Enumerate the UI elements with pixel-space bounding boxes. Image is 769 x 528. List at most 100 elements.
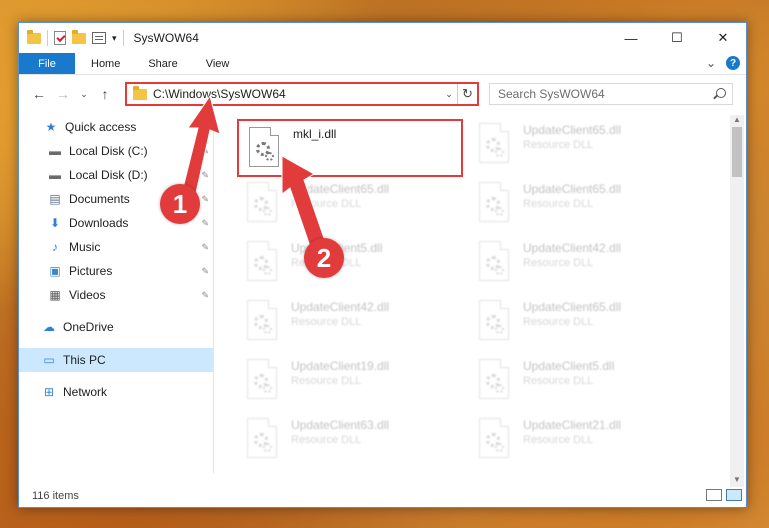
sidebar-item-label: OneDrive (63, 320, 114, 334)
address-path[interactable]: C:\Windows\SysWOW64 (153, 87, 441, 101)
search-input[interactable]: Search SysWOW64 (489, 83, 733, 105)
file-type: Resource DLL (523, 139, 594, 151)
file-item[interactable]: UpdateClient65.dll Resource DLL (237, 176, 447, 232)
file-name: UpdateClient19.dll (291, 359, 390, 373)
dll-file-icon (479, 123, 513, 167)
forward-button[interactable]: → (51, 86, 75, 102)
file-name: UpdateClient42.dll (291, 300, 390, 314)
scroll-thumb[interactable] (732, 127, 742, 177)
pin-icon[interactable]: ✎ (201, 218, 209, 229)
vertical-scrollbar[interactable]: ▲ ▼ (730, 115, 744, 487)
properties-check-icon[interactable] (54, 31, 66, 45)
title-bar: ▾ SysWOW64 — ☐ ✕ (19, 23, 746, 53)
file-name: UpdateClient65.dll (523, 182, 622, 196)
details-view-icon[interactable] (706, 489, 722, 501)
qa-dropdown-icon[interactable]: ▾ (112, 33, 117, 44)
file-type: Resource DLL (523, 434, 594, 446)
sidebar-item-onedrive[interactable]: ☁ OneDrive (19, 315, 213, 339)
up-button[interactable]: ↑ (93, 86, 117, 102)
dll-file-icon (479, 359, 513, 403)
toolbar-divider (122, 30, 124, 46)
dll-file-icon (479, 241, 513, 285)
file-type: Resource DLL (291, 434, 362, 446)
dll-file-icon (247, 418, 281, 462)
annotation-badge-2: 2 (304, 238, 344, 278)
sidebar-item-network[interactable]: ⊞ Network (19, 380, 213, 404)
pin-icon[interactable]: ✎ (201, 146, 209, 157)
file-item[interactable]: UpdateClient65.dll Resource DLL (469, 294, 679, 350)
dll-file-icon (247, 241, 281, 285)
maximize-button[interactable]: ☐ (654, 23, 700, 53)
pin-icon[interactable]: ✎ (201, 242, 209, 253)
search-placeholder: Search SysWOW64 (498, 87, 605, 101)
ribbon-right: ⌄ ? (706, 56, 740, 70)
tab-file[interactable]: File (19, 53, 75, 74)
pin-icon[interactable]: ✎ (201, 194, 209, 205)
customize-icon[interactable] (92, 32, 106, 44)
cloud-icon: ☁ (43, 320, 55, 334)
item-count: 116 items (32, 490, 79, 502)
new-folder-icon[interactable] (72, 29, 86, 44)
folder-icon (27, 29, 41, 44)
sidebar-item-videos[interactable]: ▦ Videos ✎ (19, 283, 213, 307)
sidebar-item-label: Local Disk (C:) (69, 144, 148, 158)
file-name: UpdateClient63.dll (291, 418, 390, 432)
address-dropdown-icon[interactable]: ⌄ (441, 89, 457, 100)
file-item[interactable]: UpdateClient65.dll Resource DLL (469, 117, 679, 173)
sidebar-item-quick-access[interactable]: ★ Quick access (19, 115, 213, 139)
ribbon-tabs: File Home Share View ⌄ ? (19, 53, 746, 75)
scroll-up-icon[interactable]: ▲ (730, 115, 744, 127)
back-button[interactable]: ← (27, 86, 51, 102)
download-icon: ⬇ (49, 216, 61, 230)
file-item[interactable]: UpdateClient63.dll Resource DLL (237, 412, 447, 468)
sidebar-item-label: Documents (69, 192, 130, 206)
file-name: UpdateClient21.dll (523, 418, 622, 432)
sidebar-item-label: This PC (63, 353, 106, 367)
recent-locations-button[interactable]: ⌄ (75, 89, 93, 100)
file-name: mkl_i.dll (293, 127, 337, 141)
close-button[interactable]: ✕ (700, 23, 746, 53)
file-item[interactable]: UpdateClient65.dll Resource DLL (469, 176, 679, 232)
file-name: UpdateClient65.dll (523, 300, 622, 314)
sidebar-item-pictures[interactable]: ▣ Pictures ✎ (19, 259, 213, 283)
music-icon: ♪ (52, 240, 58, 254)
pane-divider[interactable] (213, 115, 214, 473)
file-type: Resource DLL (291, 375, 362, 387)
view-toggle (706, 489, 742, 501)
tab-view[interactable]: View (192, 53, 244, 74)
star-icon: ★ (45, 120, 57, 134)
file-type: Resource DLL (523, 257, 594, 269)
sidebar-item-music[interactable]: ♪ Music ✎ (19, 235, 213, 259)
tab-home[interactable]: Home (75, 53, 134, 74)
sidebar-item-label: Videos (69, 288, 106, 302)
help-icon[interactable]: ? (726, 56, 740, 70)
search-icon[interactable] (716, 88, 726, 98)
sidebar-item-this-pc[interactable]: ▭ This PC (19, 348, 213, 372)
tab-share[interactable]: Share (134, 53, 191, 74)
minimize-button[interactable]: — (608, 23, 654, 53)
file-item[interactable]: UpdateClient42.dll Resource DLL (237, 294, 447, 350)
dll-file-icon (249, 127, 283, 171)
pin-icon[interactable]: ✎ (201, 170, 209, 181)
address-bar[interactable]: C:\Windows\SysWOW64 ⌄ ↻ (125, 82, 479, 106)
refresh-button[interactable]: ↻ (457, 84, 477, 104)
file-name: UpdateClient65.dll (523, 123, 622, 137)
expand-ribbon-icon[interactable]: ⌄ (706, 56, 716, 70)
videos-icon: ▦ (49, 288, 61, 302)
status-bar: 116 items (19, 485, 746, 507)
pin-icon[interactable]: ✎ (201, 290, 209, 301)
pin-icon[interactable]: ✎ (201, 266, 209, 277)
file-name: UpdateClient42.dll (523, 241, 622, 255)
file-list: mkl_i.dll UpdateClient65.dll Resource DLL U… (229, 117, 729, 473)
file-type: Resource DLL (291, 316, 362, 328)
large-icons-view-icon[interactable] (726, 489, 742, 501)
network-icon: ⊞ (43, 385, 55, 399)
file-item[interactable]: UpdateClient5.dll Resource DLL (469, 353, 679, 409)
sidebar-item-label: Network (63, 385, 108, 399)
file-item[interactable]: UpdateClient19.dll Resource DLL (237, 353, 447, 409)
file-item[interactable]: UpdateClient42.dll Resource DLL (469, 235, 679, 291)
file-item[interactable]: mkl_i.dll (237, 119, 463, 177)
sidebar-item-local-disk-c[interactable]: ▬ Local Disk (C:) ✎ (19, 139, 213, 163)
file-item[interactable]: UpdateClient21.dll Resource DLL (469, 412, 679, 468)
dll-file-icon (247, 300, 281, 344)
